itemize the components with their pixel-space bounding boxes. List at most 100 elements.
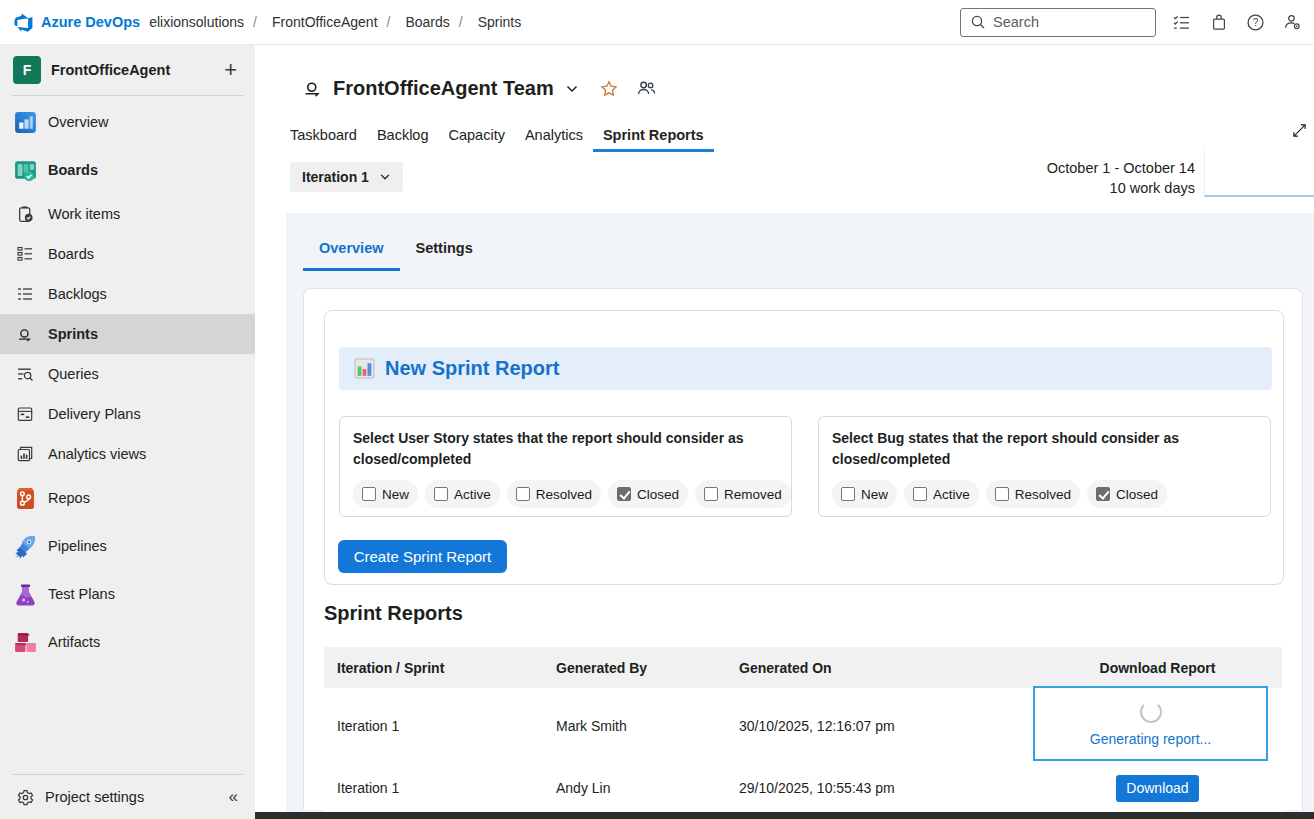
test-plans-icon bbox=[12, 581, 38, 607]
tab-sprint-reports[interactable]: Sprint Reports bbox=[593, 121, 714, 152]
azure-devops-logo-icon[interactable] bbox=[14, 13, 33, 32]
breadcrumb-org[interactable]: elixionsolutions bbox=[149, 14, 244, 30]
state-option-resolved[interactable]: Resolved bbox=[507, 480, 601, 508]
report-tabs: Overview Settings bbox=[303, 232, 489, 271]
checkbox[interactable] bbox=[516, 487, 530, 501]
sidebar: F FrontOfficeAgent + Overview Boards Wor… bbox=[0, 45, 255, 819]
chevron-down-icon[interactable] bbox=[565, 82, 579, 96]
column-generated-on: Generated On bbox=[739, 660, 1033, 676]
generating-label: Generating report... bbox=[1090, 731, 1211, 747]
sidebar-item-repos[interactable]: Repos bbox=[0, 474, 255, 522]
team-icon[interactable] bbox=[637, 79, 656, 98]
state-option-new[interactable]: New bbox=[353, 480, 418, 508]
state-option-active[interactable]: Active bbox=[904, 480, 979, 508]
analytics-views-icon bbox=[16, 445, 34, 463]
repos-icon bbox=[12, 485, 38, 511]
checkbox[interactable] bbox=[841, 487, 855, 501]
tab-settings[interactable]: Settings bbox=[400, 232, 489, 271]
state-option-closed[interactable]: Closed bbox=[1087, 480, 1167, 508]
delivery-plans-icon bbox=[16, 405, 34, 423]
panel-heading: Select Bug states that the report should… bbox=[832, 428, 1252, 470]
sidebar-item-pipelines[interactable]: Pipelines bbox=[0, 522, 255, 570]
checkbox[interactable] bbox=[434, 487, 448, 501]
boards-hub-icon bbox=[12, 157, 38, 183]
tab-overview[interactable]: Overview bbox=[303, 232, 400, 271]
search-input[interactable] bbox=[993, 14, 1133, 30]
work-items-icon bbox=[16, 205, 34, 223]
state-option-active[interactable]: Active bbox=[425, 480, 500, 508]
user-gear-icon[interactable] bbox=[1284, 14, 1301, 31]
checkbox[interactable] bbox=[913, 487, 927, 501]
search-box[interactable] bbox=[960, 8, 1156, 37]
boards-icon bbox=[16, 245, 34, 263]
sprint-reports-heading: Sprint Reports bbox=[324, 602, 463, 625]
project-avatar: F bbox=[13, 56, 41, 84]
team-header: FrontOfficeAgent Team bbox=[303, 77, 656, 100]
breadcrumb-project[interactable]: FrontOfficeAgent bbox=[272, 14, 378, 30]
state-option-removed[interactable]: Removed bbox=[695, 480, 791, 508]
sidebar-item-delivery-plans[interactable]: Delivery Plans bbox=[0, 394, 255, 434]
sidebar-item-backlogs[interactable]: Backlogs bbox=[0, 274, 255, 314]
checklist-icon[interactable] bbox=[1173, 14, 1190, 31]
gear-icon bbox=[17, 789, 34, 806]
team-title[interactable]: FrontOfficeAgent Team bbox=[333, 77, 554, 100]
checkbox-checked[interactable] bbox=[1096, 487, 1110, 501]
bag-icon[interactable] bbox=[1210, 14, 1227, 31]
tab-backlog[interactable]: Backlog bbox=[367, 121, 439, 152]
breadcrumb-boards[interactable]: Boards bbox=[405, 14, 449, 30]
sidebar-item-analytics-views[interactable]: Analytics views bbox=[0, 434, 255, 474]
sidebar-item-artifacts[interactable]: Artifacts bbox=[0, 618, 255, 666]
date-range: October 1 - October 14 bbox=[1047, 158, 1195, 178]
chart-icon bbox=[354, 358, 375, 379]
tab-taskboard[interactable]: Taskboard bbox=[280, 121, 367, 152]
project-settings-label: Project settings bbox=[45, 789, 229, 805]
table-row: Iteration 1 Andy Lin 29/10/2025, 10:55:4… bbox=[324, 764, 1282, 812]
spinner-icon bbox=[1140, 701, 1162, 723]
expand-icon[interactable] bbox=[1292, 123, 1307, 142]
pipelines-icon bbox=[12, 533, 38, 559]
svg-text:?: ? bbox=[1253, 17, 1259, 28]
sprint-dates: October 1 - October 14 10 work days bbox=[1047, 158, 1195, 198]
star-icon[interactable] bbox=[600, 80, 618, 98]
download-button[interactable]: Download bbox=[1116, 775, 1199, 802]
sprint-icon bbox=[303, 79, 323, 99]
main-area: FrontOfficeAgent Team Taskboard Backlog … bbox=[255, 45, 1314, 819]
checkbox[interactable] bbox=[995, 487, 1009, 501]
state-option-new[interactable]: New bbox=[832, 480, 897, 508]
iteration-dropdown[interactable]: Iteration 1 bbox=[290, 162, 403, 192]
sidebar-item-queries[interactable]: Queries bbox=[0, 354, 255, 394]
checkbox[interactable] bbox=[362, 487, 376, 501]
breadcrumb-sprints[interactable]: Sprints bbox=[478, 14, 522, 30]
sidebar-item-overview[interactable]: Overview bbox=[0, 98, 255, 146]
sidebar-item-boards[interactable]: Boards bbox=[0, 234, 255, 274]
table-row: Iteration 1 Mark Smith 30/10/2025, 12:16… bbox=[324, 688, 1282, 764]
project-settings[interactable]: Project settings « bbox=[0, 775, 255, 819]
sidebar-item-work-items[interactable]: Work items bbox=[0, 194, 255, 234]
state-option-resolved[interactable]: Resolved bbox=[986, 480, 1080, 508]
create-sprint-report-button[interactable]: Create Sprint Report bbox=[338, 540, 507, 573]
brand-label[interactable]: Azure DevOps bbox=[41, 14, 140, 30]
panel-heading: Select User Story states that the report… bbox=[353, 428, 773, 470]
plus-icon[interactable]: + bbox=[224, 57, 237, 83]
tab-analytics[interactable]: Analytics bbox=[515, 121, 593, 152]
bug-states-panel: Select Bug states that the report should… bbox=[818, 416, 1271, 517]
collapse-icon[interactable]: « bbox=[229, 787, 238, 807]
overview-icon bbox=[12, 109, 38, 135]
state-option-closed[interactable]: Closed bbox=[608, 480, 688, 508]
checkbox[interactable] bbox=[704, 487, 718, 501]
column-download-report: Download Report bbox=[1033, 660, 1282, 676]
chart-widget bbox=[1204, 150, 1314, 197]
column-iteration: Iteration / Sprint bbox=[324, 660, 556, 676]
sidebar-item-sprints[interactable]: Sprints bbox=[0, 314, 255, 354]
user-story-states-panel: Select User Story states that the report… bbox=[339, 416, 792, 517]
horizontal-scrollbar[interactable] bbox=[255, 812, 1314, 819]
top-bar: Azure DevOps elixionsolutions / FrontOff… bbox=[0, 0, 1314, 45]
project-header[interactable]: F FrontOfficeAgent + bbox=[0, 45, 255, 95]
queries-icon bbox=[16, 365, 34, 383]
sidebar-item-boards-hub[interactable]: Boards bbox=[0, 146, 255, 194]
tab-capacity[interactable]: Capacity bbox=[439, 121, 515, 152]
table-header: Iteration / Sprint Generated By Generate… bbox=[324, 647, 1282, 688]
help-icon[interactable]: ? bbox=[1247, 14, 1264, 31]
checkbox-checked[interactable] bbox=[617, 487, 631, 501]
sidebar-item-test-plans[interactable]: Test Plans bbox=[0, 570, 255, 618]
